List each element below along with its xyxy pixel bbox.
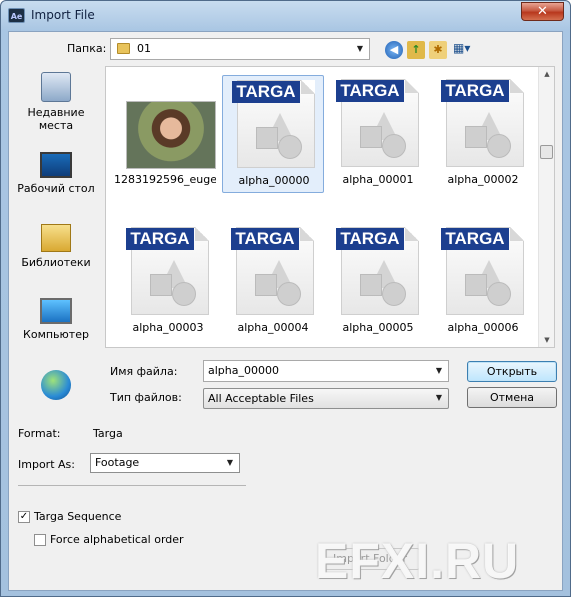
places-bar: Недавние места Рабочий стол Библиотеки К… (11, 64, 101, 400)
targa-file-icon: TARGA (336, 227, 419, 315)
place-recent[interactable]: Недавние места (11, 72, 101, 132)
file-name: alpha_00001 (342, 173, 414, 186)
targa-badge: TARGA (232, 81, 300, 103)
file-name: alpha_00004 (237, 321, 309, 334)
filetype-select[interactable]: All Acceptable Files (203, 388, 449, 409)
file-name: alpha_00000 (238, 174, 310, 187)
import-as-select[interactable]: Footage (90, 453, 240, 473)
file-name: alpha_00005 (342, 321, 414, 334)
folder-combo[interactable]: 01 ▼ (110, 38, 370, 60)
divider (18, 485, 246, 486)
file-tile[interactable]: TARGA alpha_00003 (117, 223, 219, 341)
targa-file-icon: TARGA (126, 227, 209, 315)
place-libraries[interactable]: Библиотеки (11, 224, 101, 269)
targa-file-icon: TARGA (231, 227, 314, 315)
file-name: alpha_00003 (132, 321, 204, 334)
targa-badge: TARGA (336, 80, 404, 102)
folder-icon (117, 43, 130, 54)
network-icon (41, 370, 71, 400)
force-alphabetical-checkbox[interactable] (34, 534, 46, 546)
title-bar[interactable]: Ae Import File ✕ (1, 1, 570, 31)
targa-badge: TARGA (441, 228, 509, 250)
new-folder-icon[interactable]: ✱ (429, 41, 447, 59)
file-tile[interactable]: TARGA alpha_00002 (432, 75, 534, 193)
targa-badge: TARGA (231, 228, 299, 250)
filetype-label: Тип файлов: (110, 391, 182, 404)
targa-badge: TARGA (336, 228, 404, 250)
vertical-scrollbar[interactable]: ▲ ▼ (538, 67, 554, 347)
place-network[interactable] (11, 370, 101, 404)
file-tile[interactable]: TARGA alpha_00004 (222, 223, 324, 341)
format-value: Targa (93, 427, 123, 440)
desktop-icon (40, 152, 72, 178)
place-label: Библиотеки (21, 256, 91, 269)
recent-places-icon (41, 72, 71, 102)
format-label: Format: (18, 427, 61, 440)
targa-badge: TARGA (441, 80, 509, 102)
file-name: alpha_00006 (447, 321, 519, 334)
up-folder-icon[interactable]: ↑ (407, 41, 425, 59)
import-as-label: Import As: (18, 458, 75, 471)
targa-file-icon: TARGA (232, 80, 315, 168)
close-button[interactable]: ✕ (521, 2, 564, 21)
scroll-thumb[interactable] (540, 145, 553, 159)
targa-file-icon: TARGA (441, 227, 524, 315)
place-label: Рабочий стол (17, 182, 95, 195)
computer-icon (40, 298, 72, 324)
place-computer[interactable]: Компьютер (11, 298, 101, 341)
view-menu-icon[interactable]: ▦▾ (453, 41, 481, 57)
scroll-up-icon[interactable]: ▲ (539, 67, 555, 81)
libraries-icon (41, 224, 71, 252)
file-tile[interactable]: TARGA alpha_00001 (327, 75, 429, 193)
place-label: Компьютер (23, 328, 89, 341)
place-label: Недавние места (27, 106, 85, 132)
place-desktop[interactable]: Рабочий стол (11, 152, 101, 195)
file-tile[interactable]: TARGA alpha_00005 (327, 223, 429, 341)
file-name: 1283192596_euge... (114, 173, 216, 186)
targa-sequence-label: Targa Sequence (34, 510, 122, 523)
chevron-down-icon[interactable]: ▼ (433, 392, 445, 404)
file-list-pane: 1283192596_euge... TARGA alpha_00000 TAR… (105, 66, 555, 348)
file-tile[interactable]: 1283192596_euge... (114, 75, 216, 193)
cancel-button[interactable]: Отмена (467, 387, 557, 408)
open-button[interactable]: Открыть (467, 361, 557, 382)
back-icon[interactable]: ◀ (385, 41, 403, 59)
file-name: alpha_00002 (447, 173, 519, 186)
targa-file-icon: TARGA (336, 79, 419, 167)
chevron-down-icon[interactable]: ▼ (224, 457, 236, 469)
chevron-down-icon[interactable]: ▼ (354, 43, 366, 55)
watermark: EFXI.RU (315, 533, 520, 589)
force-alphabetical-label: Force alphabetical order (50, 533, 184, 546)
targa-sequence-checkbox[interactable]: ✓ (18, 511, 30, 523)
filename-input[interactable]: alpha_00000 (203, 360, 449, 382)
import-file-dialog: Ae Import File ✕ Папка: 01 ▼ ◀ ↑ ✱ ▦▾ Не… (0, 0, 571, 597)
folder-value: 01 (137, 42, 151, 55)
filename-label: Имя файла: (110, 365, 178, 378)
file-tile-selected[interactable]: TARGA alpha_00000 (222, 75, 324, 193)
chevron-down-icon[interactable]: ▼ (433, 365, 445, 377)
scroll-down-icon[interactable]: ▼ (539, 333, 555, 347)
dialog-client-area: Папка: 01 ▼ ◀ ↑ ✱ ▦▾ Недавние места Рабо… (8, 31, 563, 591)
file-tile[interactable]: TARGA alpha_00006 (432, 223, 534, 341)
folder-label: Папка: (67, 42, 107, 55)
targa-badge: TARGA (126, 228, 194, 250)
photo-thumbnail (126, 101, 216, 169)
targa-file-icon: TARGA (441, 79, 524, 167)
after-effects-app-icon: Ae (8, 8, 25, 23)
window-title: Import File (31, 8, 95, 22)
